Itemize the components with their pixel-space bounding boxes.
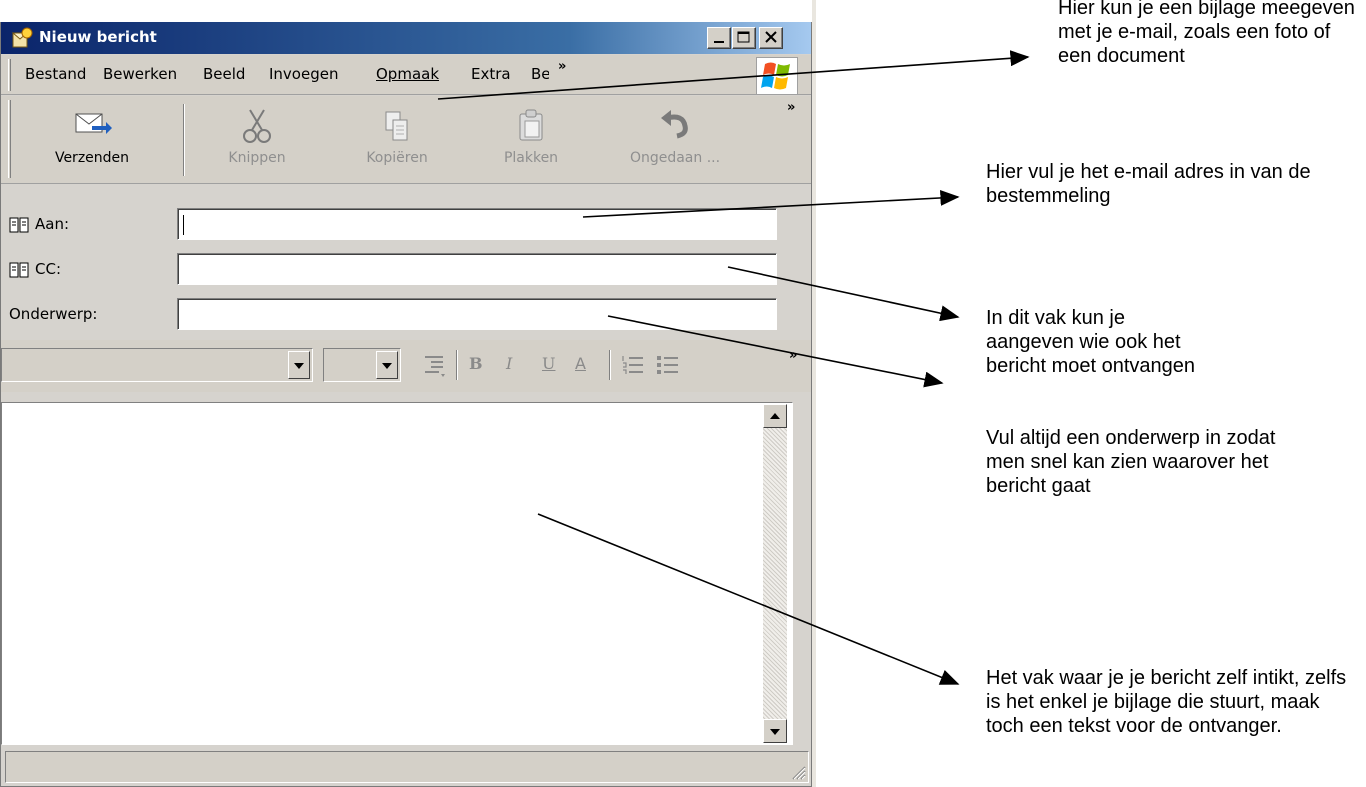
annotation-attachment: Hier kun je een bijlage meegeven met je … — [1058, 0, 1355, 67]
arrow-body — [537, 513, 960, 685]
arrow-attachment — [437, 50, 1030, 100]
annotation-subject: Vul altijd een onderwerp in zodat men sn… — [986, 427, 1276, 497]
annotation-body: Het vak waar je je bericht zelf intikt, … — [986, 667, 1347, 737]
arrow-recipient — [582, 189, 960, 218]
annotation-recipient: Hier vul je het e-mail adres in van de b… — [986, 161, 1311, 207]
arrow-cc — [727, 266, 960, 322]
arrow-subject — [607, 315, 944, 388]
annotation-cc: In dit vak kun je aangeven wie ook het b… — [986, 307, 1196, 377]
